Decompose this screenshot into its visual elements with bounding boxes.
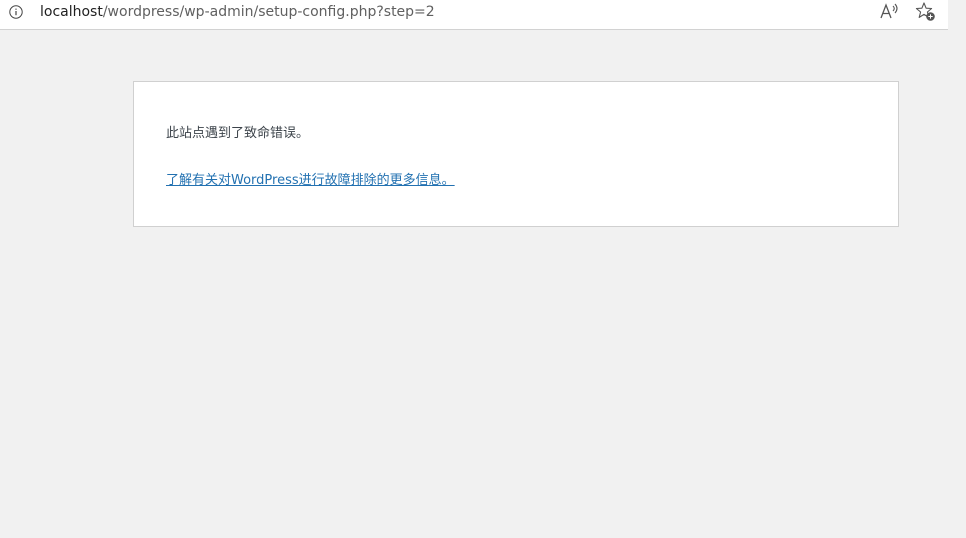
url-field[interactable]: localhost/wordpress/wp-admin/setup-confi… (40, 3, 435, 21)
info-icon[interactable] (9, 4, 23, 19)
error-panel: 此站点遇到了致命错误。 了解有关对WordPress进行故障排除的更多信息。 (133, 81, 899, 227)
browser-address-bar: localhost/wordpress/wp-admin/setup-confi… (0, 0, 948, 30)
error-message: 此站点遇到了致命错误。 (166, 126, 310, 141)
url-path: /wordpress/wp-admin/setup-config.php?ste… (102, 4, 435, 20)
read-aloud-icon[interactable] (879, 2, 901, 22)
url-host: localhost (40, 4, 103, 20)
troubleshooting-help-link[interactable]: 了解有关对WordPress进行故障排除的更多信息。 (166, 172, 455, 190)
add-favorite-icon[interactable] (915, 1, 937, 23)
